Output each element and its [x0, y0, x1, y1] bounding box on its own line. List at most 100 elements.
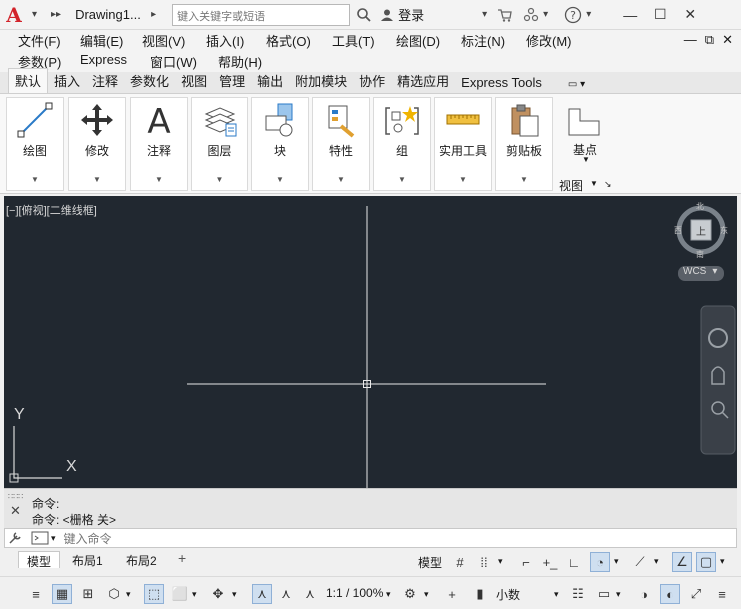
cart-icon[interactable] — [497, 7, 513, 23]
gizmo-button[interactable]: ✥ — [208, 584, 228, 604]
customization-button[interactable]: ≡ — [712, 584, 732, 604]
snap-mode-button[interactable]: ⁞⁞ — [474, 552, 494, 572]
annotation-monitor-button[interactable]: + — [442, 584, 462, 604]
panel-properties[interactable]: 特性 ▼ — [312, 97, 370, 191]
panel-block-expand-icon[interactable]: ▼ — [276, 175, 284, 184]
tab-annotate[interactable]: 注释 — [86, 69, 124, 93]
wcs-menu[interactable]: WCS ▾ — [678, 266, 724, 281]
tab-express-tools[interactable]: Express Tools — [455, 73, 548, 93]
menu-edit[interactable]: 编辑(E) — [80, 31, 123, 50]
search-input[interactable]: 键入关键字或短语 — [172, 3, 351, 26]
selection-cycling-button[interactable]: ⊞ — [78, 584, 98, 604]
polar-dropdown-icon[interactable]: ▾ — [614, 556, 619, 567]
panel-draw[interactable]: 绘图 ▼ — [6, 97, 64, 191]
panel-utilities[interactable]: 实用工具 ▼ — [434, 97, 492, 191]
menu-draw[interactable]: 绘图(D) — [396, 31, 440, 50]
workspace-dropdown-icon[interactable]: ▾ — [424, 589, 429, 600]
3d-object-snap-button[interactable]: ⬡ — [104, 584, 124, 604]
annotation-scale-value[interactable]: 1:1 / 100% — [326, 586, 383, 600]
help-icon[interactable]: ? — [564, 6, 582, 24]
command-input[interactable]: 键入命令 — [64, 530, 112, 547]
command-prompt-icon[interactable] — [31, 531, 49, 545]
menu-express[interactable]: Express — [80, 52, 127, 67]
lock-ui-dropdown-icon[interactable]: ▾ — [616, 589, 621, 600]
panel-utilities-expand-icon[interactable]: ▼ — [459, 175, 467, 184]
model-space-button[interactable]: 模型 — [418, 554, 442, 571]
hardware-acceleration-button[interactable]: ◐ — [660, 584, 680, 604]
add-layout-icon[interactable]: + — [178, 550, 186, 566]
units-icon[interactable]: ▮ — [470, 584, 490, 604]
infer-constraints-button[interactable]: ⌐ — [516, 552, 536, 572]
ortho-button[interactable]: ∟ — [564, 552, 584, 572]
app-menu-chevron-icon[interactable]: ▾ — [28, 9, 41, 20]
ribbon-minimize-icon[interactable]: ▭ ▾ — [562, 77, 591, 93]
transparency-button[interactable]: ▦ — [52, 584, 72, 604]
snap-dropdown-icon[interactable]: ▾ — [498, 556, 503, 567]
panel-annotate-expand-icon[interactable]: ▼ — [155, 175, 163, 184]
close-button[interactable]: ✕ — [675, 6, 705, 23]
units-dropdown-icon[interactable]: ▾ — [554, 589, 559, 600]
panel-group-expand-icon[interactable]: ▼ — [398, 175, 406, 184]
app-logo-icon[interactable]: A — [0, 0, 28, 30]
menu-view[interactable]: 视图(V) — [142, 31, 185, 50]
gizmo-dropdown-icon[interactable]: ▾ — [232, 589, 237, 600]
tab-view[interactable]: 视图 — [175, 69, 213, 93]
tab-manage[interactable]: 管理 — [213, 69, 251, 93]
menu-file[interactable]: 文件(F) — [18, 31, 61, 50]
tab-insert[interactable]: 插入 — [48, 69, 86, 93]
isodraft-button[interactable]: ⟋ — [630, 552, 650, 572]
tab-collaborate[interactable]: 协作 — [353, 69, 391, 93]
panel-block[interactable]: 块 ▼ — [251, 97, 309, 191]
menu-insert[interactable]: 插入(I) — [206, 31, 244, 50]
workspace-gear-icon[interactable]: ⚙ — [400, 584, 420, 604]
minimize-button[interactable]: — — [615, 7, 645, 23]
tab-layout2[interactable]: 布局2 — [118, 551, 165, 568]
dynamic-input-button[interactable]: +_ — [540, 552, 560, 572]
panel-annotate[interactable]: A 注释 ▼ — [130, 97, 188, 191]
base-point-dropdown-icon[interactable]: ▼ — [582, 155, 590, 164]
login-dropdown-icon[interactable]: ▾ — [478, 9, 491, 20]
doc-minimize-button[interactable]: — — [684, 32, 697, 48]
panel-clipboard[interactable]: 剪贴板 ▼ — [495, 97, 553, 191]
clean-screen-button[interactable]: ⤢ — [686, 584, 706, 604]
units-value[interactable]: 小数 — [496, 586, 520, 603]
panel-draw-expand-icon[interactable]: ▼ — [31, 175, 39, 184]
panel-view[interactable]: 基点 ▼ 视图 ▼ ↘ — [556, 97, 614, 193]
tab-parametric[interactable]: 参数化 — [124, 69, 175, 93]
panel-view-launcher-icon[interactable]: ↘ — [604, 179, 612, 190]
annotation-scale-dropdown-icon[interactable]: ▾ — [386, 589, 391, 600]
panel-clipboard-expand-icon[interactable]: ▼ — [520, 175, 528, 184]
command-recent-dropdown-icon[interactable]: ▾ — [51, 533, 56, 544]
menu-modify[interactable]: 修改(M) — [526, 31, 572, 50]
annotation-scale-icon[interactable]: ⋏ — [300, 584, 320, 604]
menu-format[interactable]: 格式(O) — [266, 31, 311, 50]
3d-osnap-dropdown-icon[interactable]: ▾ — [126, 589, 131, 600]
tab-addins[interactable]: 附加模块 — [289, 69, 353, 93]
lock-ui-button[interactable]: ▭ — [594, 584, 614, 604]
panel-modify-expand-icon[interactable]: ▼ — [93, 175, 101, 184]
doc-restore-button[interactable]: ⧉ — [705, 32, 714, 48]
grid-button[interactable]: # — [450, 552, 470, 572]
tab-featured-apps[interactable]: 精选应用 — [391, 69, 455, 93]
auto-scale-button[interactable]: ⋏ — [276, 584, 296, 604]
search-icon[interactable] — [356, 7, 372, 23]
tab-model[interactable]: 模型 — [18, 551, 61, 569]
panel-layers-expand-icon[interactable]: ▼ — [216, 175, 224, 184]
annotation-visibility-button[interactable]: ⋏ — [252, 584, 272, 604]
viewcube-top-face[interactable]: 上 — [696, 223, 706, 238]
tab-output[interactable]: 输出 — [251, 69, 289, 93]
wrench-icon[interactable] — [7, 530, 23, 546]
help-dropdown-icon[interactable]: ▾ — [582, 9, 595, 20]
navigation-bar[interactable] — [700, 305, 736, 455]
selection-filter-dropdown-icon[interactable]: ▾ — [192, 589, 197, 600]
login-button[interactable]: 登录 — [380, 5, 424, 24]
command-close-icon[interactable]: ✕ — [10, 503, 21, 519]
a360-icon[interactable] — [523, 7, 539, 23]
maximize-button[interactable]: ☐ — [645, 6, 675, 23]
doc-close-button[interactable]: ✕ — [722, 32, 733, 48]
object-snap-button[interactable]: ▢ — [696, 552, 716, 572]
command-grip[interactable]: ∷∷∷ — [8, 492, 23, 501]
menu-dimension[interactable]: 标注(N) — [461, 31, 505, 50]
panel-group[interactable]: 组 ▼ — [373, 97, 431, 191]
menu-tools[interactable]: 工具(T) — [332, 31, 375, 50]
